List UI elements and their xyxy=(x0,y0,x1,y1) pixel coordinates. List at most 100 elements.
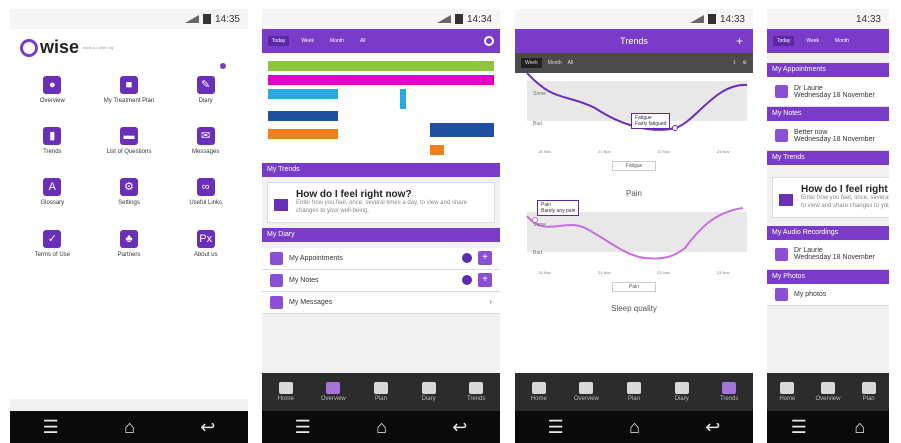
main-menu-grid: ● Overview ■ My Treatment Plan ✎ Diary ▮ Trends… xyxy=(10,66,248,269)
timeline-bar xyxy=(268,111,338,121)
tab-plan[interactable]: Plan xyxy=(849,382,889,402)
count-badge xyxy=(462,253,472,264)
x-axis-ticks: 20 Nov 21 Nov 22 Nov 23 Nov xyxy=(538,270,730,275)
home-icon[interactable]: ⌂ xyxy=(376,417,387,438)
add-appointment-button[interactable]: + xyxy=(478,251,492,266)
menu-item-trends[interactable]: ▮ Trends xyxy=(14,127,91,156)
menu-item-diary[interactable]: ✎ Diary xyxy=(167,76,244,105)
paw-icon: ♣ xyxy=(119,229,138,248)
questions-icon: ▬ xyxy=(119,127,138,146)
add-button[interactable]: + xyxy=(736,34,743,48)
glossary-icon: A xyxy=(43,178,62,197)
menu-item-about-us[interactable]: Px About us xyxy=(167,229,244,259)
list-item[interactable]: Better now Wednesday 18 November xyxy=(767,121,889,151)
menu-dot-icon[interactable] xyxy=(220,63,226,69)
fatigue-chart: Some Bad Fatigue Fairly fatigued 20 Nov 21… xyxy=(515,73,753,161)
list-item[interactable]: Dr Laurie Wednesday 18 November xyxy=(767,239,889,270)
back-icon[interactable]: ↩ xyxy=(705,417,720,438)
menu-item-overview[interactable]: ● Overview xyxy=(14,76,91,105)
signal-icon xyxy=(184,15,199,23)
diary-icon: ✎ xyxy=(196,76,215,94)
tab-overview[interactable]: Overview xyxy=(808,382,848,402)
range-month[interactable]: Month xyxy=(548,60,562,66)
menu-item-glossary[interactable]: A Glossary xyxy=(14,178,91,207)
menu-item-settings[interactable]: ⚙ Settings xyxy=(91,178,168,207)
menu-item-messages[interactable]: ✉ Messages xyxy=(167,127,244,156)
section-header-photos: My Photos xyxy=(767,269,889,284)
microphone-icon xyxy=(775,247,788,261)
message-icon xyxy=(270,295,283,309)
recent-apps-icon[interactable]: ☰ xyxy=(548,417,564,438)
tab-overview[interactable]: Overview xyxy=(566,382,606,402)
menu-item-partners[interactable]: ♣ Partners xyxy=(91,229,168,259)
range-week[interactable]: Week xyxy=(521,58,542,68)
treatment-timeline xyxy=(262,53,500,163)
android-nav-bar: ☰ ⌂ ↩ xyxy=(515,411,753,443)
pain-chart: Some Bad Pain Barely any pain 20 Nov 21 No… xyxy=(515,198,753,282)
tab-trends[interactable]: Trends xyxy=(709,382,749,402)
back-icon[interactable]: ↩ xyxy=(452,417,467,438)
tab-plan[interactable]: Plan xyxy=(614,382,654,402)
battery-icon xyxy=(454,14,463,24)
menu-item-list-of-questions[interactable]: ▬ List of Questions xyxy=(91,127,168,156)
clock: 14:33 xyxy=(719,13,745,25)
tab-overview[interactable]: Overview xyxy=(313,382,353,402)
settings-icon[interactable]: ⚙ xyxy=(743,60,747,66)
pain-legend: Pain xyxy=(612,282,656,292)
feel-now-card[interactable]: How do I feel right now? Enter how you f… xyxy=(772,177,889,218)
android-nav-bar: ☰ ⌂ xyxy=(767,411,889,443)
share-icon[interactable]: ⇪ xyxy=(732,60,736,66)
recent-apps-icon[interactable]: ☰ xyxy=(43,417,59,438)
tab-all[interactable]: All xyxy=(356,36,370,46)
menu-item-terms-of-use[interactable]: ✓ Terms of Use xyxy=(14,229,91,259)
list-item[interactable]: Dr Laurie Wednesday 18 November xyxy=(767,77,889,107)
battery-icon xyxy=(707,14,716,24)
list-item[interactable]: My Appointments + xyxy=(262,247,500,270)
feel-now-card[interactable]: How do I feel right now? Enter how you f… xyxy=(267,182,495,223)
tab-month[interactable]: Month xyxy=(326,36,348,46)
menu-item-label: Messages xyxy=(191,149,220,156)
tab-trends[interactable]: Trends xyxy=(456,382,496,402)
gear-icon[interactable] xyxy=(484,36,494,46)
add-note-button[interactable]: + xyxy=(478,273,492,288)
list-item[interactable]: My Messages › xyxy=(262,291,500,314)
tab-home[interactable]: Home xyxy=(767,382,807,402)
tab-plan[interactable]: Plan xyxy=(361,382,401,402)
recent-apps-icon[interactable]: ☰ xyxy=(791,417,807,438)
section-header-diary: My Diary xyxy=(262,227,500,242)
back-icon[interactable]: ↩ xyxy=(200,417,215,438)
home-icon[interactable]: ⌂ xyxy=(854,417,865,438)
tab-home[interactable]: Home xyxy=(266,382,306,402)
recent-apps-icon[interactable]: ☰ xyxy=(295,417,311,438)
menu-item-label: Settings xyxy=(118,200,140,207)
tab-diary[interactable]: Diary xyxy=(409,382,449,402)
menu-item-label: Glossary xyxy=(40,200,65,207)
menu-item-label: Diary xyxy=(198,98,213,104)
tab-diary[interactable]: Diary xyxy=(662,382,702,402)
range-all[interactable]: All xyxy=(568,60,574,66)
signal-icon xyxy=(436,15,451,23)
tab-today[interactable]: Today xyxy=(268,36,290,46)
menu-item-useful-links[interactable]: ∞ Useful Links xyxy=(167,178,244,207)
menu-item-my-treatment-plan[interactable]: ■ My Treatment Plan xyxy=(91,76,168,105)
pencil-icon xyxy=(775,129,788,142)
list-item[interactable]: My photos xyxy=(767,283,889,306)
pencil-icon xyxy=(270,273,283,287)
settings-icon: ⚙ xyxy=(119,178,138,197)
status-bar: 14:35 xyxy=(10,9,248,29)
clock: 14:34 xyxy=(466,13,492,25)
tab-month[interactable]: Month xyxy=(831,36,853,46)
list-item[interactable]: My Notes + xyxy=(262,269,500,292)
tab-today[interactable]: Today xyxy=(773,36,795,46)
phone-screen-overview-scrolled: 14:33 Today Week Month My Appointments D… xyxy=(767,9,889,443)
trends-header: Trends + xyxy=(515,29,753,53)
tab-week[interactable]: Week xyxy=(297,36,318,46)
bottom-tab-bar: Home Overview Plan Diary Trends xyxy=(515,373,753,411)
menu-item-label: Overview xyxy=(39,98,65,104)
tab-week[interactable]: Week xyxy=(802,36,823,46)
section-header-audio: My Audio Recordings xyxy=(767,225,889,240)
tab-home[interactable]: Home xyxy=(519,382,559,402)
period-tabs: Today Week Month All xyxy=(262,29,500,53)
home-icon[interactable]: ⌂ xyxy=(124,417,135,438)
home-icon[interactable]: ⌂ xyxy=(629,417,640,438)
